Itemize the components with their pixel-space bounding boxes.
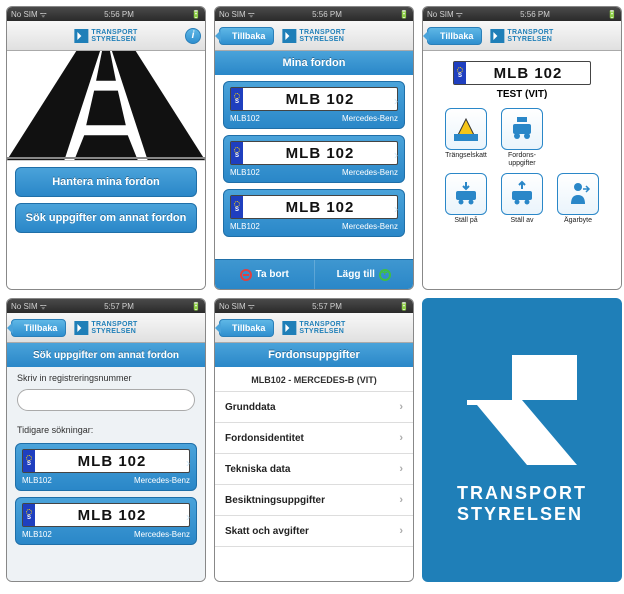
- chevron-right-icon: ›: [399, 463, 403, 475]
- brand: TRANSPORTSTYRELSEN: [282, 29, 345, 43]
- battery-icon: 🔋: [191, 302, 201, 311]
- back-button[interactable]: Tillbaka: [219, 319, 274, 337]
- chevron-right-icon: ›: [399, 401, 403, 413]
- brand-logo-icon: [74, 321, 88, 335]
- nav-bar: Tillbaka TRANSPORTSTYRELSEN: [7, 313, 205, 343]
- brand: TRANSPORTSTYRELSEN: [74, 321, 137, 335]
- owner-change-button[interactable]: Ägarbyte: [551, 173, 605, 225]
- nav-bar: Tillbaka TRANSPORTSTYRELSEN: [423, 21, 621, 51]
- vehicle-card[interactable]: SMLB 102 MLB102Mercedes-Benz ›: [223, 135, 405, 183]
- manage-vehicles-button[interactable]: Hantera mina fordon: [15, 167, 197, 197]
- chevron-right-icon: ›: [394, 94, 398, 108]
- road-illustration: [7, 51, 205, 161]
- splash-logo-icon: [467, 355, 577, 465]
- clock: 5:57 PM: [104, 302, 134, 311]
- clock: 5:56 PM: [104, 10, 134, 19]
- battery-icon: 🔋: [399, 302, 409, 311]
- clock: 5:57 PM: [312, 302, 342, 311]
- toolbar: Ta bort Lägg till: [215, 259, 413, 289]
- nav-bar: Tillbaka TRANSPORTSTYRELSEN: [215, 21, 413, 51]
- wifi-icon: ᯤ: [40, 9, 47, 20]
- status-bar: No SIMᯤ 5:57 PM 🔋: [7, 299, 205, 313]
- list-row-besiktning[interactable]: Besiktningsuppgifter›: [215, 484, 413, 515]
- chevron-right-icon: ›: [186, 456, 190, 470]
- back-button[interactable]: Tillbaka: [11, 319, 66, 337]
- screen-title: Mina fordon: [215, 51, 413, 75]
- splash-brand-text: TRANSPORT STYRELSEN: [457, 483, 587, 524]
- congestion-tax-button[interactable]: Trängselskatt: [439, 108, 493, 167]
- vehicle-card[interactable]: SMLB 102 MLB102Mercedes-Benz ›: [223, 81, 405, 129]
- remove-icon: [240, 269, 252, 281]
- register-off-button[interactable]: Ställ av: [495, 173, 549, 225]
- chevron-right-icon: ›: [399, 525, 403, 537]
- list-row-fordonsidentitet[interactable]: Fordonsidentitet›: [215, 422, 413, 453]
- vehicle-info-button[interactable]: Fordons- uppgifter: [495, 108, 549, 167]
- wifi-icon: ᯤ: [248, 9, 255, 20]
- list-row-tekniska-data[interactable]: Tekniska data›: [215, 453, 413, 484]
- wifi-icon: ᯤ: [40, 301, 47, 312]
- screen-title: Sök uppgifter om annat fordon: [7, 343, 205, 367]
- brand-logo-icon: [74, 29, 88, 43]
- status-bar: No SIMᯤ 5:56 PM 🔋: [215, 7, 413, 21]
- screen-search: No SIMᯤ 5:57 PM 🔋 Tillbaka TRANSPORTSTYR…: [6, 298, 206, 582]
- brand: TRANSPORTSTYRELSEN: [74, 29, 137, 43]
- clock: 5:56 PM: [312, 10, 342, 19]
- history-label: Tidigare sökningar:: [7, 419, 205, 437]
- wifi-icon: ᯤ: [456, 9, 463, 20]
- screen-home: No SIMᯤ 5:56 PM 🔋 TRANSPORTSTYRELSEN i: [6, 6, 206, 290]
- brand-text: TRANSPORTSTYRELSEN: [91, 29, 137, 43]
- registration-input[interactable]: [17, 389, 195, 411]
- status-bar: No SIMᯤ 5:56 PM 🔋: [7, 7, 205, 21]
- back-button[interactable]: Tillbaka: [427, 27, 482, 45]
- chevron-right-icon: ›: [399, 432, 403, 444]
- splash-screen: TRANSPORT STYRELSEN: [422, 298, 622, 582]
- screen-vehicle-detail: No SIMᯤ 5:56 PM 🔋 Tillbaka TRANSPORTSTYR…: [422, 6, 622, 290]
- brand-logo-icon: [490, 29, 504, 43]
- battery-icon: 🔋: [191, 10, 201, 19]
- wifi-icon: ᯤ: [248, 301, 255, 312]
- plate-number: MLB 102: [243, 91, 397, 108]
- battery-icon: 🔋: [399, 10, 409, 19]
- nav-bar: Tillbaka TRANSPORTSTYRELSEN: [215, 313, 413, 343]
- back-button[interactable]: Tillbaka: [219, 27, 274, 45]
- screen-vehicle-data: No SIMᯤ 5:57 PM 🔋 Tillbaka TRANSPORTSTYR…: [214, 298, 414, 582]
- chevron-right-icon: ›: [399, 494, 403, 506]
- remove-button[interactable]: Ta bort: [215, 260, 315, 289]
- history-item[interactable]: SMLB 102 MLB102Mercedes-Benz ›: [15, 497, 197, 545]
- register-on-button[interactable]: Ställ på: [439, 173, 493, 225]
- nav-bar: TRANSPORTSTYRELSEN i: [7, 21, 205, 51]
- list-row-skatt[interactable]: Skatt och avgifter›: [215, 515, 413, 547]
- search-other-vehicle-button[interactable]: Sök uppgifter om annat fordon: [15, 203, 197, 233]
- screen-title: Fordonsuppgifter: [215, 343, 413, 367]
- clock: 5:56 PM: [520, 10, 550, 19]
- plate-number: MLB 102: [466, 65, 590, 82]
- brand-logo-icon: [282, 29, 296, 43]
- history-item[interactable]: SMLB 102 MLB102Mercedes-Benz ›: [15, 443, 197, 491]
- vehicle-subtitle: TEST (VIT): [429, 89, 615, 100]
- brand-logo-icon: [282, 321, 296, 335]
- status-bar: No SIMᯤ 5:57 PM 🔋: [215, 299, 413, 313]
- battery-icon: 🔋: [607, 10, 617, 19]
- list-header: MLB102 - MERCEDES-B (VIT): [215, 367, 413, 391]
- vehicle-card[interactable]: SMLB 102 MLB102Mercedes-Benz ›: [223, 189, 405, 237]
- add-icon: [379, 269, 391, 281]
- carrier-label: No SIM: [11, 10, 38, 19]
- chevron-right-icon: ›: [394, 148, 398, 162]
- chevron-right-icon: ›: [186, 510, 190, 524]
- list-row-grunddata[interactable]: Grunddata›: [215, 391, 413, 422]
- status-bar: No SIMᯤ 5:56 PM 🔋: [423, 7, 621, 21]
- brand: TRANSPORTSTYRELSEN: [490, 29, 553, 43]
- info-button[interactable]: i: [185, 28, 201, 44]
- screen-my-vehicles: No SIMᯤ 5:56 PM 🔋 Tillbaka TRANSPORTSTYR…: [214, 6, 414, 290]
- brand: TRANSPORTSTYRELSEN: [282, 321, 345, 335]
- input-label: Skriv in registreringsnummer: [7, 367, 205, 385]
- chevron-right-icon: ›: [394, 202, 398, 216]
- add-button[interactable]: Lägg till: [315, 260, 414, 289]
